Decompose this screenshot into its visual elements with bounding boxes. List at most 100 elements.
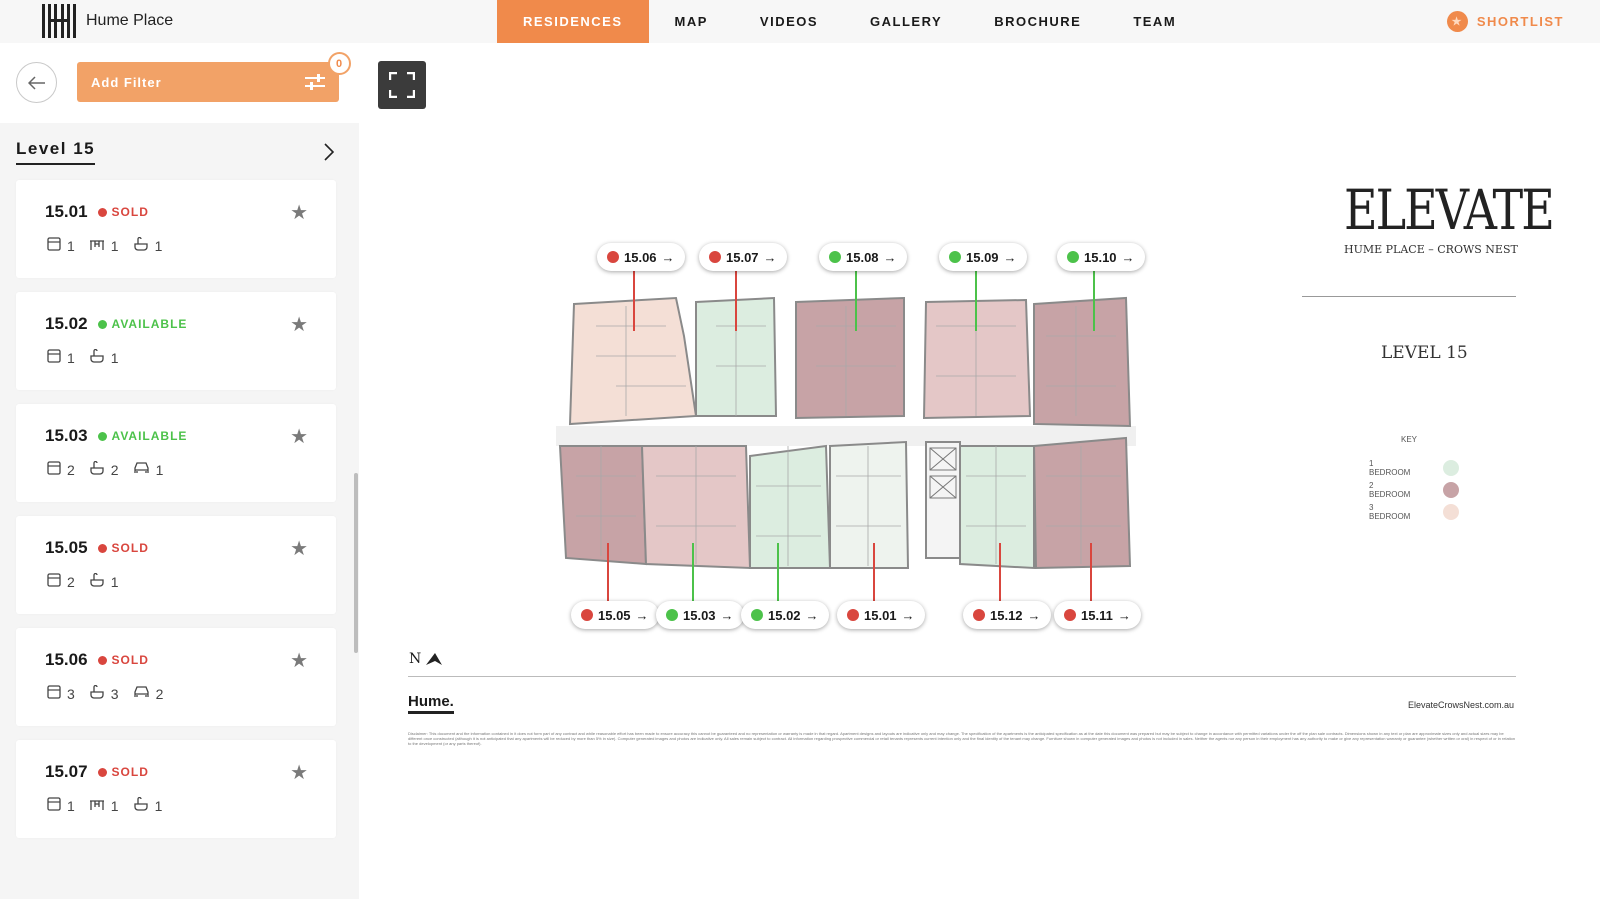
bed-icon bbox=[47, 349, 61, 366]
fullscreen-button[interactable] bbox=[378, 61, 426, 109]
unit-card[interactable]: 15.01 SOLD ★ 1 1 1 bbox=[16, 180, 336, 278]
pin-label: 15.06 bbox=[624, 249, 657, 265]
bath-feature: 1 bbox=[89, 572, 119, 590]
status-dot bbox=[97, 207, 107, 217]
pin-leader-line bbox=[999, 543, 1001, 601]
unit-pin-15-07[interactable]: 15.07 → bbox=[699, 243, 787, 271]
unit-pin-15-12[interactable]: 15.12 → bbox=[963, 601, 1051, 629]
unit-features: 21 bbox=[47, 572, 119, 590]
desk-icon bbox=[89, 798, 105, 814]
key-swatch bbox=[1443, 460, 1459, 476]
star-icon[interactable]: ★ bbox=[290, 424, 308, 449]
development-title: ELEVATE bbox=[1344, 177, 1555, 243]
key-swatch bbox=[1443, 482, 1459, 498]
unit-pin-15-10[interactable]: 15.10 → bbox=[1057, 243, 1145, 271]
bath-feature: 3 bbox=[89, 684, 119, 702]
unit-pin-15-11[interactable]: 15.11 → bbox=[1054, 601, 1141, 629]
arrow-right-icon: → bbox=[1003, 249, 1017, 265]
bed-icon bbox=[47, 573, 61, 590]
chevron-right-icon[interactable] bbox=[324, 143, 334, 161]
arrow-right-icon: → bbox=[763, 249, 777, 265]
unit-pin-15-03[interactable]: 15.03 → bbox=[656, 601, 744, 629]
star-icon: ★ bbox=[1446, 11, 1468, 32]
brand[interactable]: Hume Place bbox=[42, 4, 173, 38]
pin-status-dot bbox=[847, 609, 859, 621]
study-count: 1 bbox=[110, 797, 119, 814]
back-button[interactable] bbox=[16, 62, 57, 103]
star-icon[interactable]: ★ bbox=[290, 760, 308, 785]
study-feature: 1 bbox=[89, 797, 119, 814]
star-icon[interactable]: ★ bbox=[290, 648, 308, 673]
star-icon[interactable]: ★ bbox=[290, 200, 308, 225]
level-selector[interactable]: Level 15 bbox=[16, 139, 334, 165]
pin-leader-line bbox=[692, 543, 694, 601]
top-navigation-bar: Hume Place RESIDENCES MAP VIDEOS GALLERY… bbox=[0, 0, 1600, 43]
key-row: 1 BEDROOM bbox=[1369, 459, 1459, 477]
nav-residences[interactable]: RESIDENCES bbox=[497, 0, 649, 43]
unit-header: 15.01 SOLD bbox=[45, 202, 149, 222]
unit-pin-15-02[interactable]: 15.02 → bbox=[741, 601, 829, 629]
pin-status-dot bbox=[973, 609, 985, 621]
unit-pin-15-05[interactable]: 15.05 → bbox=[571, 601, 659, 629]
status-label: SOLD bbox=[111, 205, 149, 219]
bath-icon bbox=[89, 460, 105, 478]
pin-label: 15.05 bbox=[598, 607, 631, 623]
hume-logo-icon bbox=[42, 4, 76, 38]
star-icon[interactable]: ★ bbox=[290, 536, 308, 561]
unit-pin-15-09[interactable]: 15.09 → bbox=[939, 243, 1027, 271]
unit-pin-15-06[interactable]: 15.06 → bbox=[597, 243, 685, 271]
bath-count: 3 bbox=[110, 685, 119, 702]
bed-feature: 1 bbox=[47, 797, 75, 814]
unit-card[interactable]: 15.02 AVAILABLE ★ 11 bbox=[16, 292, 336, 390]
pin-label: 15.08 bbox=[846, 249, 879, 265]
nav-gallery[interactable]: GALLERY bbox=[844, 0, 968, 43]
bed-icon bbox=[47, 237, 61, 254]
north-label: N bbox=[409, 651, 422, 667]
desk-icon bbox=[89, 238, 105, 254]
star-icon[interactable]: ★ bbox=[290, 312, 308, 337]
status-badge: SOLD bbox=[97, 653, 149, 667]
arrow-right-icon: → bbox=[901, 607, 915, 623]
status-label: AVAILABLE bbox=[111, 429, 188, 443]
arrow-right-icon: → bbox=[635, 607, 649, 623]
unit-card[interactable]: 15.05 SOLD ★ 21 bbox=[16, 516, 336, 614]
nav-brochure[interactable]: BROCHURE bbox=[968, 0, 1107, 43]
bath-feature: 2 bbox=[89, 460, 119, 478]
bath-icon bbox=[89, 684, 105, 702]
unit-card[interactable]: 15.07 SOLD ★ 1 1 1 bbox=[16, 740, 336, 838]
bath-icon bbox=[133, 796, 149, 814]
site-url[interactable]: ElevateCrowsNest.com.au bbox=[1408, 700, 1514, 710]
pin-status-dot bbox=[1067, 251, 1079, 263]
unit-number: 15.05 bbox=[45, 538, 88, 557]
nav-videos[interactable]: VIDEOS bbox=[734, 0, 844, 43]
unit-card[interactable]: 15.03 AVAILABLE ★ 2 2 1 bbox=[16, 404, 336, 502]
shortlist-button[interactable]: ★ SHORTLIST bbox=[1446, 11, 1564, 32]
status-badge: SOLD bbox=[97, 765, 149, 779]
bath-icon bbox=[133, 236, 149, 254]
status-dot bbox=[97, 767, 107, 777]
status-badge: SOLD bbox=[97, 541, 149, 555]
unit-card[interactable]: 15.06 SOLD ★ 3 3 2 bbox=[16, 628, 336, 726]
unit-pin-15-01[interactable]: 15.01 → bbox=[837, 601, 925, 629]
status-label: AVAILABLE bbox=[111, 317, 188, 331]
expand-icon bbox=[389, 72, 415, 98]
development-subtitle: HUME PLACE – CROWS NEST bbox=[1344, 243, 1518, 256]
unit-pin-15-08[interactable]: 15.08 → bbox=[819, 243, 907, 271]
study-count: 1 bbox=[110, 237, 119, 254]
add-filter-label: Add Filter bbox=[91, 74, 162, 90]
add-filter-button[interactable]: Add Filter 0 bbox=[77, 52, 351, 102]
arrow-right-icon: → bbox=[1027, 607, 1041, 623]
nav-map[interactable]: MAP bbox=[649, 0, 734, 43]
unit-features: 2 2 1 bbox=[47, 460, 163, 478]
brand-name: Hume Place bbox=[86, 12, 174, 29]
key-swatch bbox=[1443, 504, 1459, 520]
sidebar-scrollbar[interactable] bbox=[354, 473, 358, 653]
residence-sidebar: Add Filter 0 Level 15 15.01 SOLD ★ 111 1… bbox=[0, 43, 359, 899]
floorplan-viewer: 15.06 → 15.07 → 15.08 → 15.09 → 15.10 → … bbox=[359, 43, 1600, 899]
bath-icon bbox=[89, 572, 105, 590]
pin-label: 15.03 bbox=[683, 607, 716, 623]
nav-team[interactable]: TEAM bbox=[1107, 0, 1202, 43]
pin-label: 15.01 bbox=[864, 607, 897, 623]
status-badge: AVAILABLE bbox=[97, 429, 188, 443]
status-dot bbox=[97, 319, 107, 329]
